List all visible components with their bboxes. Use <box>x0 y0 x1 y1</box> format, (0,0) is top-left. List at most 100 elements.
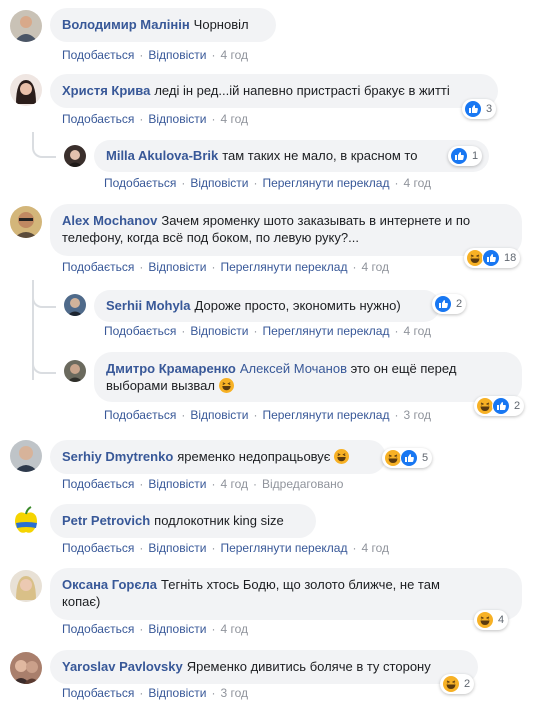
reply-button[interactable]: Відповісти <box>148 541 206 555</box>
comment-bubble: Serhiy Dmytrenko яременко недопрацьовує <box>50 440 386 474</box>
like-button[interactable]: Подобається <box>62 622 134 636</box>
reaction-summary[interactable]: 2 <box>474 396 525 416</box>
comment-actions: Подобається · Відповісти · Переглянути перек… <box>104 324 432 338</box>
see-translation-button[interactable]: Переглянути переклад <box>262 408 389 422</box>
comment-actions: Подобається · Відповісти · Переглянути перек… <box>104 176 432 190</box>
avatar[interactable] <box>64 294 86 316</box>
edited-label[interactable]: Відредаговано <box>262 477 343 491</box>
comment-author[interactable]: Оксана Горєла <box>62 577 157 592</box>
reaction-count: 5 <box>422 452 429 464</box>
comment-author[interactable]: Alex Mochanov <box>62 213 157 228</box>
like-button[interactable]: Подобається <box>62 686 134 700</box>
comment-timestamp[interactable]: 4 год <box>361 260 389 274</box>
comment-bubble: Petr Petrovich подлокотник king size <box>50 504 316 538</box>
comment-timestamp[interactable]: 4 год <box>220 48 248 62</box>
reply-button[interactable]: Відповісти <box>148 477 206 491</box>
comment-actions: Подобається · Відповісти · Переглянути перек… <box>62 541 390 555</box>
comment-author[interactable]: Serhii Mohyla <box>106 298 191 313</box>
comment-text: яременко недопрацьовує <box>177 449 331 464</box>
comment-actions: Подобається · Відповісти · 4 год <box>62 112 248 126</box>
reply-button[interactable]: Відповісти <box>190 176 248 190</box>
avatar[interactable] <box>64 145 86 167</box>
avatar[interactable] <box>64 360 86 382</box>
comment-author[interactable]: Володимир Малінін <box>62 17 190 32</box>
comment-bubble: Alex Mochanov Зачем яроменку шото заказыв… <box>50 204 522 256</box>
reaction-count: 2 <box>456 298 463 310</box>
comment-bubble: Христя Крива леді ін ред...ій напевно при… <box>50 74 498 108</box>
see-translation-button[interactable]: Переглянути переклад <box>262 324 389 338</box>
like-button[interactable]: Подобається <box>62 477 134 491</box>
comment-timestamp[interactable]: 4 год <box>220 112 248 126</box>
comment-author[interactable]: Milla Akulova-Brik <box>106 148 218 163</box>
reaction-summary[interactable]: 1 <box>448 146 483 166</box>
reaction-summary[interactable]: 2 <box>440 674 475 694</box>
reaction-summary[interactable]: 3 <box>462 99 497 119</box>
comment-text: Яременко дивитись боляче в ту сторону <box>186 659 431 674</box>
comment-timestamp[interactable]: 3 год <box>220 686 248 700</box>
comment-text-line2: копає) <box>62 594 101 609</box>
haha-reaction-icon <box>442 675 460 693</box>
comment-timestamp[interactable]: 3 год <box>403 408 431 422</box>
reply-button[interactable]: Відповісти <box>190 408 248 422</box>
avatar[interactable] <box>10 440 42 472</box>
reply-button[interactable]: Відповісти <box>148 686 206 700</box>
comment-text: леді ін ред...ій напевно пристрасті брак… <box>154 83 450 98</box>
reaction-count: 2 <box>514 400 521 412</box>
comment-text-line2: выборами вызвал <box>106 378 215 393</box>
avatar[interactable] <box>10 570 42 602</box>
reaction-summary[interactable]: 18 <box>464 248 521 268</box>
like-reaction-icon <box>492 397 510 415</box>
reply-button[interactable]: Відповісти <box>190 324 248 338</box>
reply-button[interactable]: Відповісти <box>148 622 206 636</box>
reaction-summary[interactable]: 5 <box>382 448 433 468</box>
see-translation-button[interactable]: Переглянути переклад <box>262 176 389 190</box>
comment-timestamp[interactable]: 4 год <box>220 622 248 636</box>
comment-timestamp[interactable]: 4 год <box>220 477 248 491</box>
see-translation-button[interactable]: Переглянути переклад <box>220 541 347 555</box>
reaction-summary[interactable]: 4 <box>474 610 509 630</box>
avatar[interactable] <box>10 206 42 238</box>
comment-author[interactable]: Yaroslav Pavlovsky <box>62 659 183 674</box>
comment-author[interactable]: Petr Petrovich <box>62 513 150 528</box>
haha-reaction-icon <box>476 611 494 629</box>
like-button[interactable]: Подобається <box>104 408 176 422</box>
comment-author[interactable]: Serhiy Dmytrenko <box>62 449 173 464</box>
reply-button[interactable]: Відповісти <box>148 260 206 274</box>
reaction-summary[interactable]: 2 <box>432 294 467 314</box>
comment-actions: Подобається · Відповісти · 3 год <box>62 686 248 700</box>
comment-text: Тегніть хтось Бодю, що золото ближче, не… <box>161 577 440 592</box>
comment-text: это он ещё перед <box>350 361 457 376</box>
like-button[interactable]: Подобається <box>62 260 134 274</box>
comment-bubble: Дмитро Крамаренко Алексей Мочанов это он … <box>94 352 522 402</box>
comment-bubble: Володимир Малінін Чорновіл <box>50 8 276 42</box>
reaction-count: 18 <box>504 252 517 264</box>
like-reaction-icon <box>450 147 468 165</box>
avatar[interactable] <box>10 652 42 684</box>
reply-button[interactable]: Відповісти <box>148 48 206 62</box>
comment-bubble: Milla Akulova-Brik там таких не мало, в к… <box>94 140 489 172</box>
like-button[interactable]: Подобається <box>62 112 134 126</box>
avatar[interactable] <box>10 504 42 536</box>
comment-bubble: Serhii Mohyla Дороже просто, экономить ну… <box>94 290 440 322</box>
like-button[interactable]: Подобається <box>104 176 176 190</box>
laughing-emoji-icon <box>334 449 350 464</box>
comment-timestamp[interactable]: 4 год <box>403 324 431 338</box>
like-button[interactable]: Подобається <box>62 48 134 62</box>
avatar[interactable] <box>10 10 42 42</box>
comment-timestamp[interactable]: 4 год <box>403 176 431 190</box>
reply-thread-line <box>32 284 56 308</box>
reply-button[interactable]: Відповісти <box>148 112 206 126</box>
comment-text: Чорновіл <box>193 17 249 32</box>
comment-timestamp[interactable]: 4 год <box>361 541 389 555</box>
like-button[interactable]: Подобається <box>62 541 134 555</box>
comment-author[interactable]: Христя Крива <box>62 83 150 98</box>
avatar[interactable] <box>10 74 42 106</box>
comment-bubble: Оксана Горєла Тегніть хтось Бодю, що золо… <box>50 568 522 620</box>
like-reaction-icon <box>400 449 418 467</box>
comment-text: Зачем яроменку шото заказывать в интерне… <box>161 213 471 228</box>
see-translation-button[interactable]: Переглянути переклад <box>220 260 347 274</box>
comment-author[interactable]: Дмитро Крамаренко <box>106 361 236 376</box>
mention-link[interactable]: Алексей Мочанов <box>240 361 347 376</box>
reply-thread-line <box>32 132 56 158</box>
like-button[interactable]: Подобається <box>104 324 176 338</box>
